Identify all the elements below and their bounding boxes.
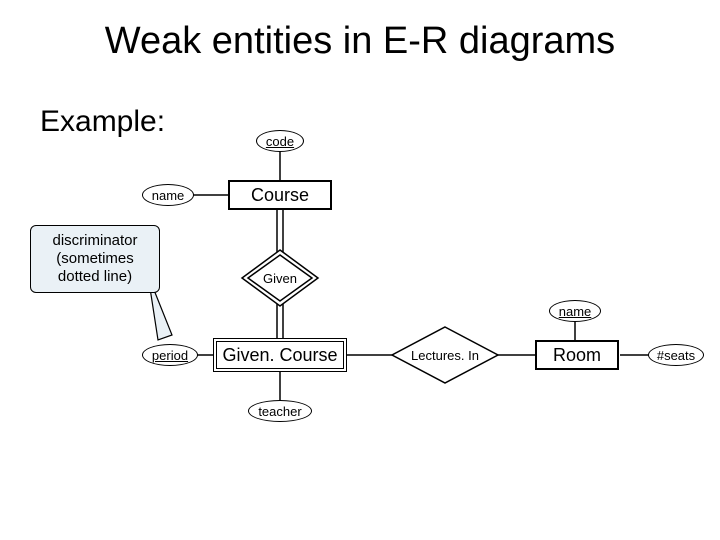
attr-seats: #seats [648, 344, 704, 366]
attr-name-room: name [549, 300, 601, 322]
rel-given-label: Given [263, 271, 297, 286]
entity-given-course: Given. Course [213, 338, 347, 372]
example-label: Example: [40, 105, 165, 139]
attr-code: code [256, 130, 304, 152]
entity-course: Course [228, 180, 332, 210]
attr-period: period [142, 344, 198, 366]
rel-lectures-in-label: Lectures. In [411, 348, 479, 363]
entity-given-course-label: Given. Course [222, 345, 337, 366]
rel-lectures-in: Lectures. In [390, 325, 500, 385]
entity-room: Room [535, 340, 619, 370]
entity-course-label: Course [251, 185, 309, 206]
discriminator-callout: discriminator (sometimes dotted line) [30, 225, 160, 293]
page-title: Weak entities in E-R diagrams [0, 20, 720, 63]
er-diagram: Weak entities in E-R diagrams Example: d… [0, 0, 720, 540]
entity-room-label: Room [553, 345, 601, 366]
callout-text: discriminator (sometimes dotted line) [52, 232, 137, 285]
attr-name-course: name [142, 184, 194, 206]
rel-given: Given [240, 248, 320, 308]
attr-teacher: teacher [248, 400, 312, 422]
